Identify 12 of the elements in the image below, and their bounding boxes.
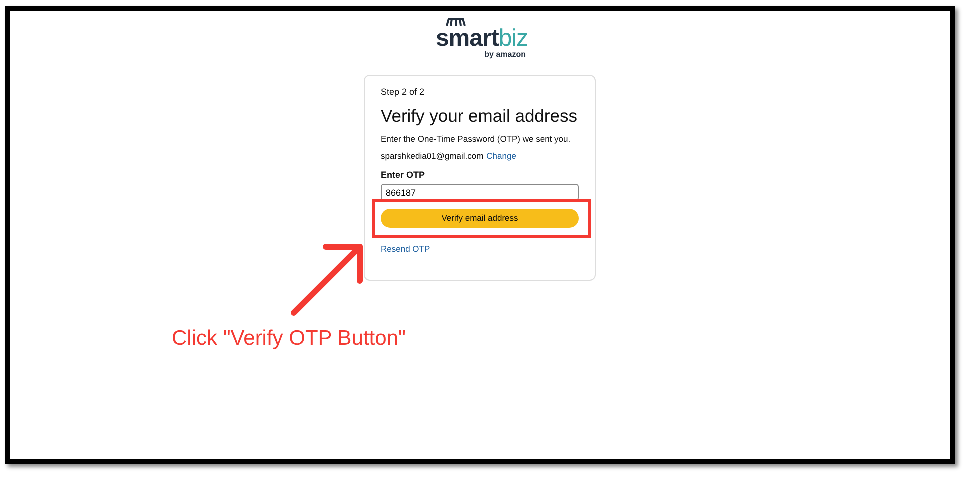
step-indicator: Step 2 of 2: [381, 87, 426, 97]
change-link[interactable]: Change: [486, 151, 516, 161]
logo-tagline: by amazon: [484, 50, 526, 59]
instruction-text: Enter the One-Time Password (OTP) we sent you.: [381, 134, 572, 144]
card-title: Verify your email address: [381, 106, 578, 127]
resend-link[interactable]: Resend OTP: [381, 244, 579, 254]
logo-wordmark: smartbiz: [436, 28, 528, 50]
email-address: sparshkedia01@gmail.com: [381, 151, 484, 161]
annotation-caption: Click "Verify OTP Button": [172, 327, 406, 351]
awning-icon: [445, 18, 467, 27]
otp-label: Enter OTP: [381, 170, 426, 180]
verify-button[interactable]: Verify email address: [381, 208, 579, 228]
